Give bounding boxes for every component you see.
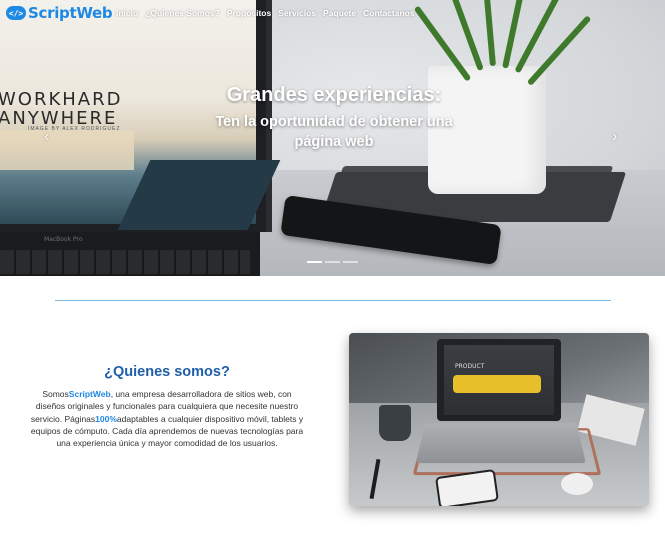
about-text-pct: 100%	[95, 413, 117, 424]
laptop-display-sand	[0, 130, 134, 170]
laptop-display-rock	[117, 160, 281, 230]
carousel-next-button[interactable]: ›	[612, 128, 617, 146]
nav-item-servicios[interactable]: Servicios	[278, 8, 316, 18]
hero-laptop-keyboard: MacBook Pro	[0, 232, 260, 276]
hero-carousel: WORKHARD ANYWHERE IMAGE BY ALEX RODRIGUE…	[0, 0, 665, 276]
carousel-indicators	[307, 261, 361, 263]
section-divider	[55, 300, 611, 301]
hero-subtitle: Ten la oportunidad de obtener una página…	[215, 114, 453, 150]
carousel-indicator-3[interactable]	[343, 261, 358, 263]
about-title: ¿Quienes somos?	[104, 364, 230, 380]
carousel-indicator-1[interactable]	[307, 261, 322, 263]
laptop-brand-label: MacBook Pro	[44, 236, 83, 243]
about-text-brand: ScriptWeb	[68, 389, 111, 399]
photo-laptop-base	[416, 423, 586, 464]
nav-links: Inicio ¿Quienes Somos? Propósitos Servic…	[116, 8, 422, 18]
chevron-right-icon: ›	[612, 128, 618, 145]
photo-mouse	[561, 473, 593, 495]
photo-product-label: PRODUCT	[455, 363, 485, 370]
code-icon: </>	[6, 6, 26, 20]
brand-logo[interactable]: </> ScriptWeb	[6, 4, 113, 22]
brand-name: ScriptWeb	[28, 4, 113, 22]
nav-item-inicio[interactable]: Inicio	[116, 8, 138, 18]
laptop-subline: IMAGE BY ALEX RODRIGUEZ	[28, 126, 121, 132]
keyboard-keys	[0, 250, 250, 274]
navbar: </> ScriptWeb Inicio ¿Quienes Somos? Pro…	[0, 0, 665, 26]
hero-title: Grandes experiencias:	[226, 84, 442, 106]
nav-item-contactanos[interactable]: Contactanos	[363, 8, 414, 18]
about-photo: PRODUCT	[349, 333, 649, 506]
about-text-intro: Somos	[42, 389, 69, 399]
nav-item-paquete[interactable]: Paquete	[323, 8, 356, 18]
photo-mug	[379, 405, 411, 441]
about-description: SomosScriptWeb, una empresa desarrollado…	[30, 388, 304, 449]
nav-item-propositos[interactable]: Propósitos	[227, 8, 271, 18]
carousel-indicator-2[interactable]	[325, 261, 340, 263]
nav-item-quienes-somos[interactable]: ¿Quienes Somos?	[145, 8, 220, 18]
carousel-prev-button[interactable]: ‹	[44, 128, 49, 146]
chevron-left-icon: ‹	[44, 128, 50, 145]
photo-sofa	[453, 375, 541, 393]
laptop-headline: WORKHARD ANYWHERE	[0, 89, 123, 129]
